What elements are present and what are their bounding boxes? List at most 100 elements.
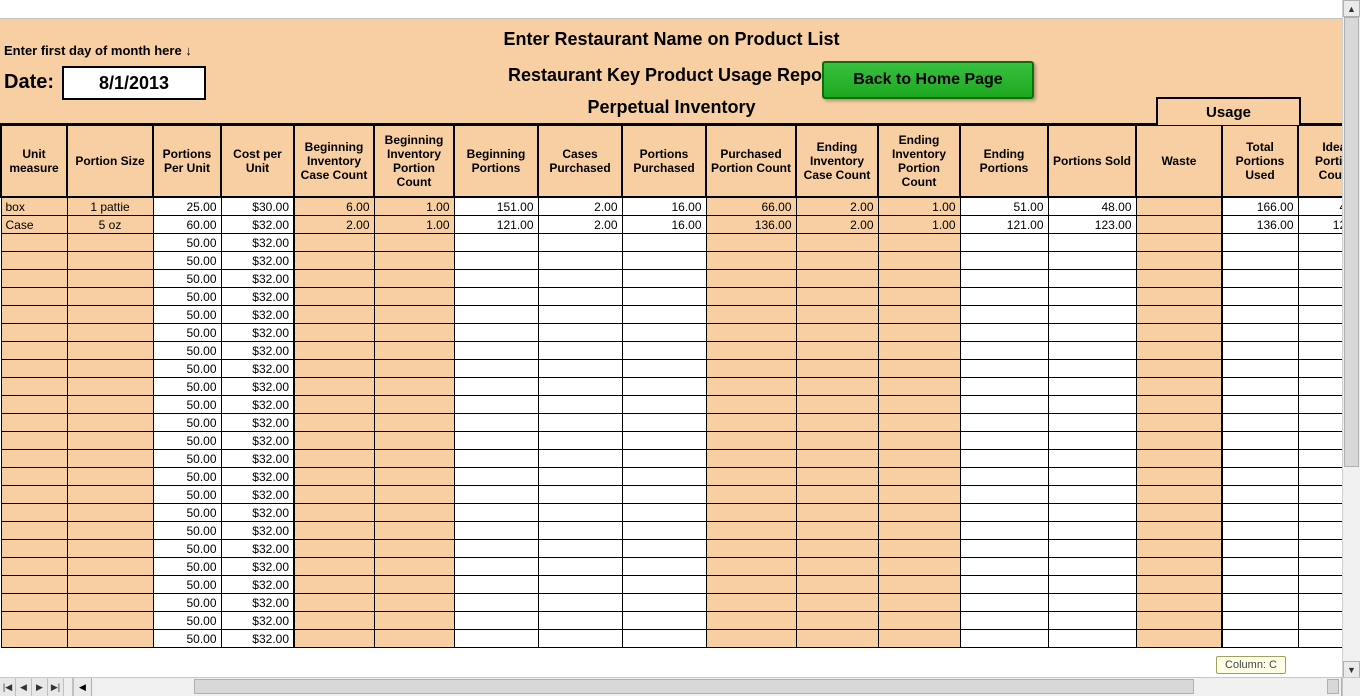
cell[interactable] [454, 486, 538, 504]
cell[interactable] [538, 522, 622, 540]
cell[interactable] [67, 306, 153, 324]
cell[interactable] [796, 468, 878, 486]
cell[interactable] [374, 594, 454, 612]
cell[interactable] [960, 414, 1048, 432]
cell[interactable]: $32.00 [221, 414, 294, 432]
cell[interactable]: $32.00 [221, 558, 294, 576]
cell[interactable] [538, 558, 622, 576]
vertical-scrollbar[interactable]: ▲ ▼ [1342, 0, 1360, 678]
cell[interactable]: 121.00 [960, 216, 1048, 234]
cell[interactable]: $32.00 [221, 450, 294, 468]
cell[interactable]: 2.00 [796, 216, 878, 234]
cell[interactable] [374, 450, 454, 468]
cell[interactable]: 51.00 [960, 197, 1048, 216]
cell[interactable] [454, 342, 538, 360]
cell[interactable] [1048, 540, 1136, 558]
cell[interactable] [538, 270, 622, 288]
cell[interactable] [538, 576, 622, 594]
cell[interactable] [878, 450, 960, 468]
cell[interactable] [622, 324, 706, 342]
cell[interactable] [622, 234, 706, 252]
cell[interactable] [1136, 234, 1222, 252]
cell[interactable] [294, 630, 374, 648]
cell[interactable] [374, 612, 454, 630]
cell[interactable] [1048, 306, 1136, 324]
cell[interactable] [1136, 252, 1222, 270]
cell[interactable] [960, 540, 1048, 558]
cell[interactable] [67, 576, 153, 594]
cell[interactable] [538, 378, 622, 396]
cell[interactable] [1298, 342, 1343, 360]
cell[interactable] [1298, 414, 1343, 432]
cell[interactable] [1136, 522, 1222, 540]
cell[interactable] [374, 234, 454, 252]
cell[interactable] [1136, 342, 1222, 360]
cell[interactable]: 1.00 [878, 197, 960, 216]
cell[interactable] [538, 450, 622, 468]
cell[interactable] [1298, 612, 1343, 630]
cell[interactable] [1298, 504, 1343, 522]
cell[interactable] [706, 396, 796, 414]
cell[interactable]: $32.00 [221, 576, 294, 594]
cell[interactable] [374, 558, 454, 576]
cell[interactable]: 121.00 [454, 216, 538, 234]
cell[interactable] [538, 414, 622, 432]
cell[interactable]: $32.00 [221, 216, 294, 234]
cell[interactable] [294, 468, 374, 486]
cell[interactable] [1, 360, 67, 378]
cell[interactable] [706, 288, 796, 306]
table-row[interactable]: 50.00$32.00 [1, 450, 1343, 468]
cell[interactable] [374, 414, 454, 432]
cell[interactable] [796, 522, 878, 540]
cell[interactable] [1298, 594, 1343, 612]
cell[interactable] [1298, 234, 1343, 252]
cell[interactable]: 66.00 [706, 197, 796, 216]
cell[interactable] [1048, 468, 1136, 486]
cell[interactable]: 48.00 [1298, 197, 1343, 216]
cell[interactable] [1222, 432, 1298, 450]
cell[interactable] [960, 630, 1048, 648]
cell[interactable] [1222, 378, 1298, 396]
cell[interactable]: $32.00 [221, 612, 294, 630]
cell[interactable] [1222, 414, 1298, 432]
cell[interactable] [67, 396, 153, 414]
cell[interactable] [796, 288, 878, 306]
cell[interactable] [960, 468, 1048, 486]
cell[interactable] [1136, 576, 1222, 594]
cell[interactable] [538, 306, 622, 324]
cell[interactable]: $32.00 [221, 324, 294, 342]
cell[interactable] [1136, 270, 1222, 288]
cell[interactable] [294, 396, 374, 414]
cell[interactable] [1298, 558, 1343, 576]
cell[interactable] [1298, 432, 1343, 450]
cell[interactable] [67, 270, 153, 288]
column-header[interactable]: Unit measure [1, 125, 67, 197]
cell[interactable] [622, 342, 706, 360]
cell[interactable]: 50.00 [153, 396, 221, 414]
cell[interactable] [796, 252, 878, 270]
cell[interactable] [1222, 486, 1298, 504]
cell[interactable] [960, 342, 1048, 360]
cell[interactable]: $32.00 [221, 468, 294, 486]
cell[interactable] [1136, 468, 1222, 486]
cell[interactable] [706, 576, 796, 594]
back-to-home-button[interactable]: Back to Home Page [822, 61, 1034, 99]
table-row[interactable]: 50.00$32.00 [1, 288, 1343, 306]
cell[interactable] [960, 612, 1048, 630]
cell[interactable] [1298, 306, 1343, 324]
cell[interactable] [67, 288, 153, 306]
cell[interactable] [454, 630, 538, 648]
cell[interactable]: 151.00 [454, 197, 538, 216]
cell[interactable] [1, 432, 67, 450]
cell[interactable] [1, 324, 67, 342]
cell[interactable] [706, 630, 796, 648]
cell[interactable] [67, 630, 153, 648]
cell[interactable] [1222, 522, 1298, 540]
cell[interactable]: 136.00 [706, 216, 796, 234]
cell[interactable] [1298, 396, 1343, 414]
cell[interactable] [454, 468, 538, 486]
cell[interactable] [706, 468, 796, 486]
cell[interactable] [1, 450, 67, 468]
cell[interactable] [454, 378, 538, 396]
cell[interactable]: 16.00 [622, 197, 706, 216]
